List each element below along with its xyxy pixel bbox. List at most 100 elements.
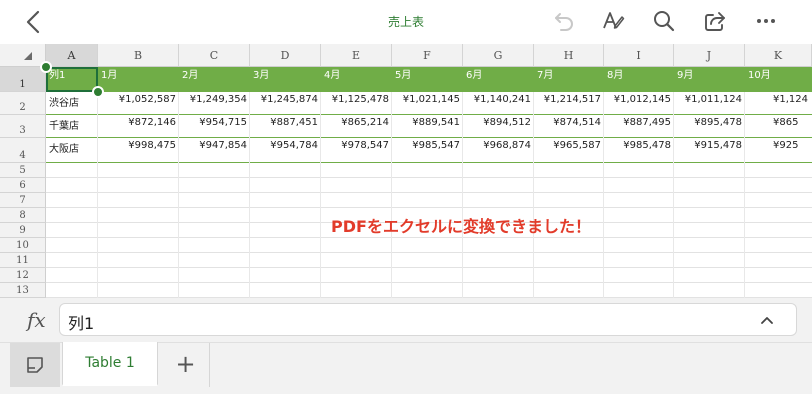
column-header[interactable]: K — [745, 44, 812, 67]
header-cell[interactable]: 6月 — [463, 67, 534, 92]
row-header[interactable]: 6 — [0, 178, 46, 193]
sales-cell[interactable]: ¥1,011,124 — [674, 92, 744, 114]
sales-cell[interactable]: ¥978,547 — [321, 138, 391, 162]
column-header[interactable]: H — [534, 44, 604, 67]
row-header[interactable]: 13 — [0, 283, 46, 298]
add-icon: + — [175, 350, 196, 378]
header-cell[interactable]: 8月 — [604, 67, 674, 92]
sales-cell[interactable]: ¥887,451 — [250, 115, 320, 137]
row-header[interactable]: 3 — [0, 115, 46, 138]
header-cell[interactable]: 10月 — [745, 67, 812, 92]
sales-cell[interactable]: ¥954,784 — [250, 138, 320, 162]
sales-cell[interactable]: ¥1,140,241 — [463, 92, 533, 114]
sales-cell[interactable]: ¥965,587 — [534, 138, 603, 162]
sales-cell[interactable]: ¥887,495 — [604, 115, 673, 137]
sales-cell[interactable]: ¥1,125,478 — [321, 92, 391, 114]
document-title: 売上表 — [387, 15, 424, 29]
sales-cell[interactable]: ¥968,874 — [463, 138, 533, 162]
column-header[interactable]: J — [674, 44, 745, 67]
sales-cell[interactable]: ¥1,052,587 — [98, 92, 178, 114]
header-cell[interactable]: 4月 — [321, 67, 392, 92]
formula-value[interactable]: 列1 — [68, 310, 94, 334]
row-header[interactable]: 9 — [0, 223, 46, 238]
sheet-view-button[interactable] — [10, 343, 60, 387]
column-header[interactable]: G — [463, 44, 534, 67]
row-header[interactable]: 12 — [0, 268, 46, 283]
sales-cell[interactable]: ¥895,478 — [674, 115, 744, 137]
row-number: 1 — [19, 79, 26, 90]
conversion-message: PDFをエクセルに変換できました！ — [331, 217, 591, 236]
undo-icon[interactable] — [552, 9, 576, 33]
header-cell[interactable]: 7月 — [534, 67, 604, 92]
sales-cell[interactable]: ¥998,475 — [98, 138, 178, 162]
row-number: 9 — [19, 225, 26, 236]
row-header[interactable]: 10 — [0, 238, 46, 253]
row-header[interactable]: 7 — [0, 193, 46, 208]
store-name-cell[interactable]: 千葉店 — [46, 115, 97, 137]
row-header[interactable]: 11 — [0, 253, 46, 268]
sales-cell[interactable]: ¥874,514 — [534, 115, 603, 137]
back-chevron-icon[interactable] — [20, 8, 46, 36]
row-header[interactable]: 2 — [0, 92, 46, 115]
row-header[interactable]: 4 — [0, 138, 46, 163]
share-icon[interactable] — [703, 9, 727, 33]
header-cell[interactable]: 2月 — [179, 67, 250, 92]
chevron-up-icon[interactable] — [760, 313, 774, 327]
column-header[interactable]: F — [392, 44, 463, 67]
sales-cell[interactable]: ¥947,854 — [179, 138, 249, 162]
sales-cell[interactable]: ¥985,547 — [392, 138, 462, 162]
column-header[interactable]: A — [46, 44, 98, 67]
tab-label: Table 1 — [85, 355, 135, 371]
selected-cell-a1[interactable] — [46, 67, 98, 92]
row-header[interactable]: 8 — [0, 208, 46, 223]
row-number: 5 — [19, 165, 26, 176]
sheet-view-icon — [27, 357, 43, 373]
sales-cell[interactable]: ¥954,715 — [179, 115, 249, 137]
row-gridline — [46, 252, 812, 253]
store-name-cell[interactable]: 渋谷店 — [46, 92, 97, 114]
sales-cell[interactable]: ¥1,245,874 — [250, 92, 320, 114]
sales-cell[interactable]: ¥865 — [745, 115, 811, 137]
row-number: 4 — [19, 150, 26, 161]
column-header[interactable]: D — [250, 44, 321, 67]
tab-table-1[interactable]: Table 1 — [62, 342, 158, 386]
column-header[interactable]: C — [179, 44, 250, 67]
column-header[interactable]: B — [98, 44, 179, 67]
sales-cell[interactable]: ¥872,146 — [98, 115, 178, 137]
sales-cell[interactable]: ¥1,012,145 — [604, 92, 673, 114]
header-cell[interactable]: 3月 — [250, 67, 321, 92]
sales-cell[interactable]: ¥865,214 — [321, 115, 391, 137]
selection-handle-top-left[interactable] — [40, 61, 52, 73]
sales-cell[interactable]: ¥1,249,354 — [179, 92, 249, 114]
sales-cell[interactable]: ¥1,124 — [745, 92, 811, 114]
column-header[interactable]: E — [321, 44, 392, 67]
annotate-icon[interactable] — [601, 9, 625, 33]
row-header[interactable]: 1 — [0, 67, 46, 92]
sales-cell[interactable]: ¥894,512 — [463, 115, 533, 137]
header-cell[interactable]: 5月 — [392, 67, 463, 92]
row-number: 12 — [16, 270, 29, 281]
header-cell[interactable]: 1月 — [98, 67, 179, 92]
sales-cell[interactable]: ¥1,214,517 — [534, 92, 603, 114]
sheet-tab-bar: Table 1 + — [0, 342, 812, 394]
header-cell[interactable]: 9月 — [674, 67, 745, 92]
spreadsheet-grid[interactable]: ABCDEFGHIJK 1 2 3 4 5 6 7 8 9 10 11 12 13 列1 1月 2月 3月 4月… — [0, 44, 812, 298]
fx-icon[interactable]: fx — [27, 308, 46, 332]
sales-cell[interactable]: ¥915,478 — [674, 138, 744, 162]
select-all-icon — [24, 52, 32, 60]
add-sheet-button[interactable]: + — [162, 343, 210, 387]
sales-cell[interactable]: ¥889,541 — [392, 115, 462, 137]
sales-cell[interactable]: ¥985,478 — [604, 138, 673, 162]
select-all-button[interactable] — [0, 44, 46, 67]
selection-handle-bottom-right[interactable] — [92, 86, 104, 98]
more-icon[interactable] — [754, 9, 778, 33]
store-name-cell[interactable]: 大阪店 — [46, 138, 97, 162]
row-header[interactable]: 5 — [0, 163, 46, 178]
sales-cell[interactable]: ¥1,021,145 — [392, 92, 462, 114]
search-icon[interactable] — [652, 9, 676, 33]
row-gridline — [46, 237, 812, 238]
formula-input[interactable]: 列1 — [59, 303, 797, 336]
sales-cell[interactable]: ¥925 — [745, 138, 811, 162]
column-header[interactable]: I — [604, 44, 674, 67]
row-number: 6 — [19, 180, 26, 191]
